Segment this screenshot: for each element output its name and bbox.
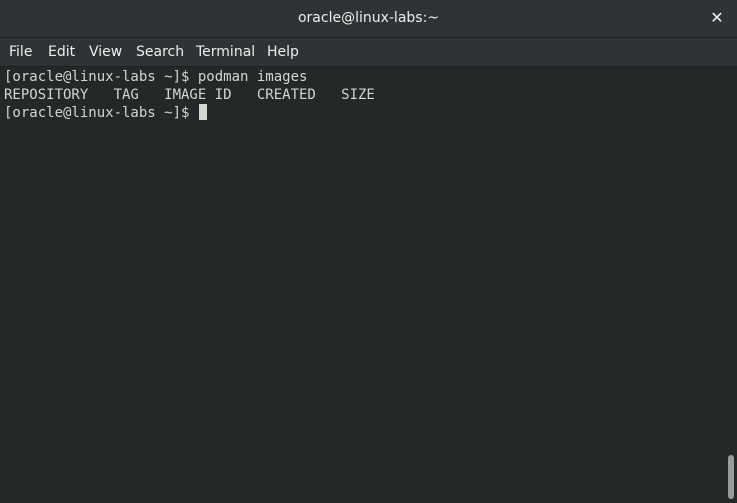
menu-file[interactable]: File [9,44,32,60]
menu-terminal[interactable]: Terminal [196,44,255,60]
terminal-line-text: REPOSITORY TAG IMAGE ID CREATED SIZE [4,87,375,103]
terminal-line: [oracle@linux-labs ~]$ podman images [4,68,307,86]
menu-view[interactable]: View [89,44,122,60]
terminal-line: REPOSITORY TAG IMAGE ID CREATED SIZE [4,86,375,104]
scrollbar[interactable] [725,67,737,503]
menu-search[interactable]: Search [136,44,184,60]
window-title: oracle@linux-labs:~ [297,10,440,26]
scrollbar-thumb[interactable] [728,455,734,499]
title-bar[interactable]: oracle@linux-labs:~ ✕ [0,0,737,38]
text-cursor [198,104,207,120]
terminal-line-text: [oracle@linux-labs ~]$ podman images [4,69,308,85]
terminal-output[interactable]: [oracle@linux-labs ~]$ podman images REP… [0,67,725,503]
menu-edit[interactable]: Edit [48,44,75,60]
terminal-window: oracle@linux-labs:~ ✕ File Edit View Sea… [0,0,737,503]
terminal-prompt: [oracle@linux-labs ~]$ [4,105,198,121]
terminal-prompt-line: [oracle@linux-labs ~]$ [4,104,207,122]
menu-help[interactable]: Help [267,44,299,60]
menu-bar: File Edit View Search Terminal Help [0,38,737,67]
close-icon[interactable]: ✕ [707,8,727,28]
